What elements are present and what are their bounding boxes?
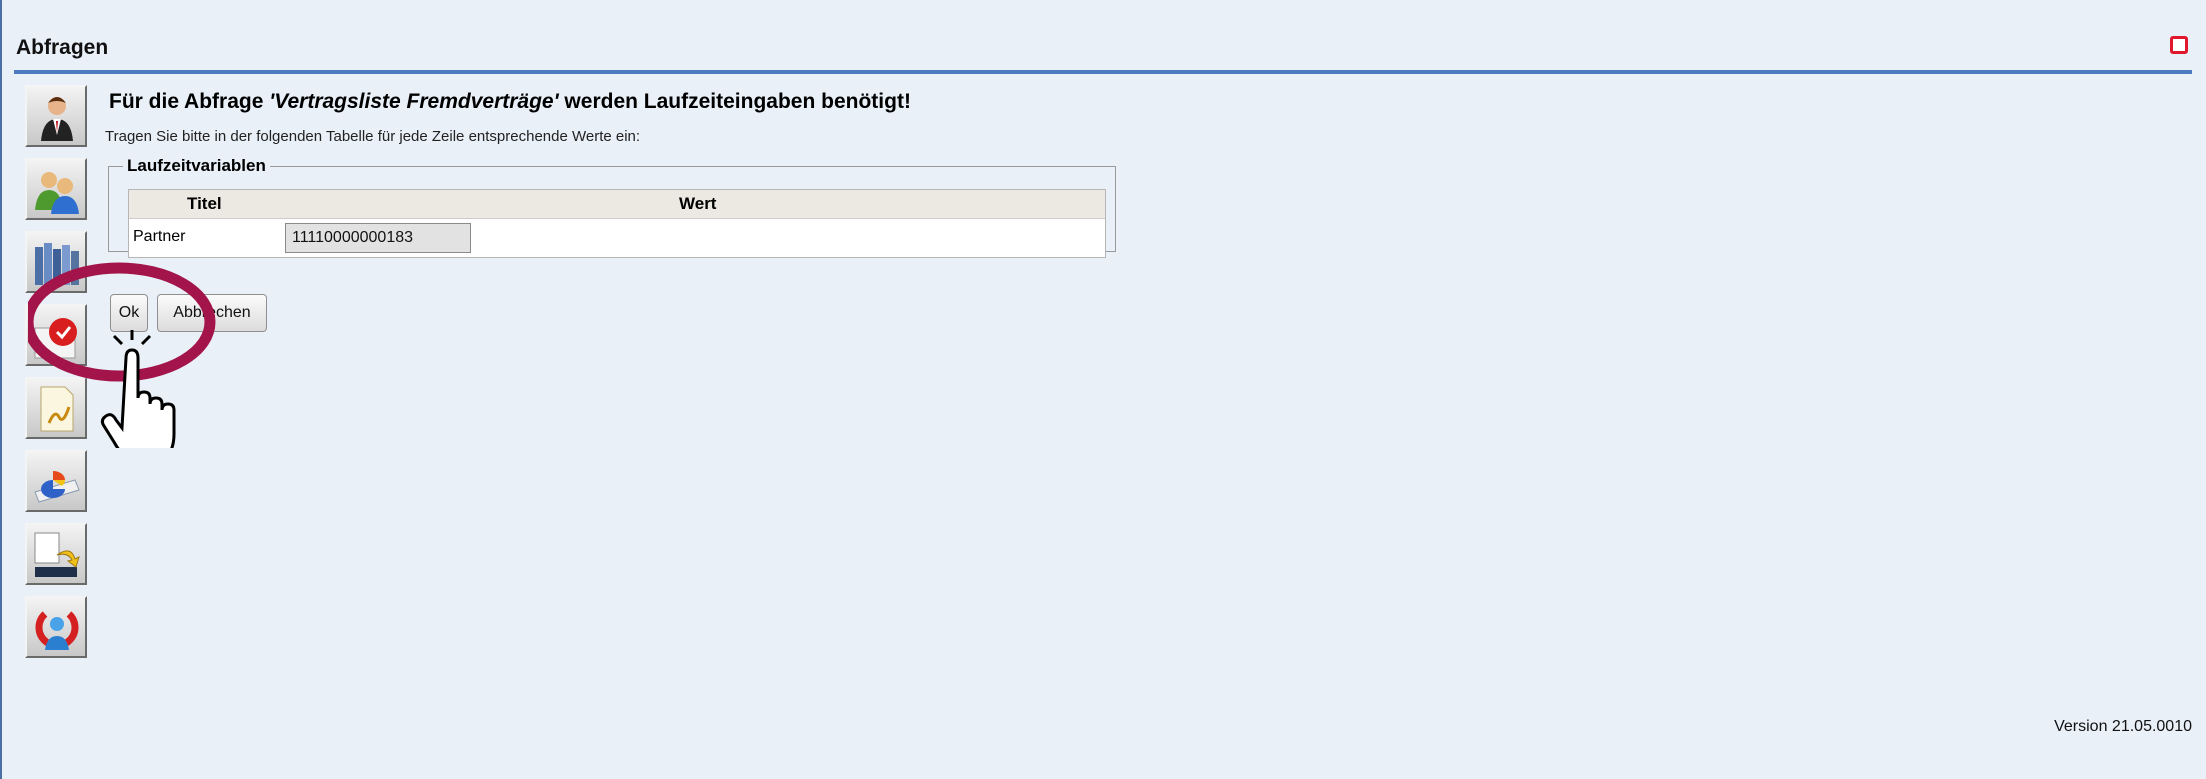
column-header-wert: Wert bbox=[679, 194, 717, 213]
version-label: Version 21.05.0010 bbox=[2054, 718, 2192, 735]
nav-document-export-button[interactable] bbox=[25, 523, 87, 585]
dialog-heading: Für die Abfrage 'Vertragsliste Fremdvert… bbox=[109, 90, 911, 114]
partner-value-input[interactable] bbox=[285, 223, 471, 253]
close-icon[interactable] bbox=[2170, 36, 2188, 54]
header-bar: Abfragen bbox=[14, 28, 2204, 72]
table-header: Titel Wert bbox=[129, 190, 1105, 219]
hand-pointer-icon bbox=[100, 330, 176, 448]
nav-chart-report-button[interactable] bbox=[25, 450, 87, 512]
page-left-border bbox=[0, 0, 2, 779]
runtime-variables-table: Titel Wert Partner bbox=[128, 189, 1106, 258]
heading-prefix: Für die Abfrage bbox=[109, 90, 270, 113]
fieldset-legend: Laufzeitvariablen bbox=[127, 156, 266, 175]
heading-query-name: 'Vertragsliste Fremdverträge' bbox=[269, 90, 559, 113]
row-partner-label: Partner bbox=[133, 228, 186, 245]
heading-suffix: werden Laufzeiteingaben benötigt! bbox=[558, 90, 911, 113]
nav-logout-user-button[interactable] bbox=[25, 596, 87, 658]
nav-user-profile-button[interactable] bbox=[25, 85, 87, 147]
highlight-ellipse bbox=[28, 262, 216, 382]
header-divider bbox=[14, 70, 2192, 74]
users-group-icon bbox=[35, 172, 79, 214]
page-title: Abfragen bbox=[16, 36, 109, 59]
document-export-icon bbox=[34, 532, 80, 577]
column-header-titel: Titel bbox=[187, 194, 222, 213]
dialog-instruction: Tragen Sie bitte in der folgenden Tabell… bbox=[105, 128, 641, 145]
user-profile-icon bbox=[41, 97, 73, 141]
click-annotation bbox=[28, 262, 216, 448]
chart-report-icon bbox=[34, 471, 80, 503]
nav-users-group-button[interactable] bbox=[25, 158, 87, 220]
logout-user-icon bbox=[35, 611, 79, 650]
